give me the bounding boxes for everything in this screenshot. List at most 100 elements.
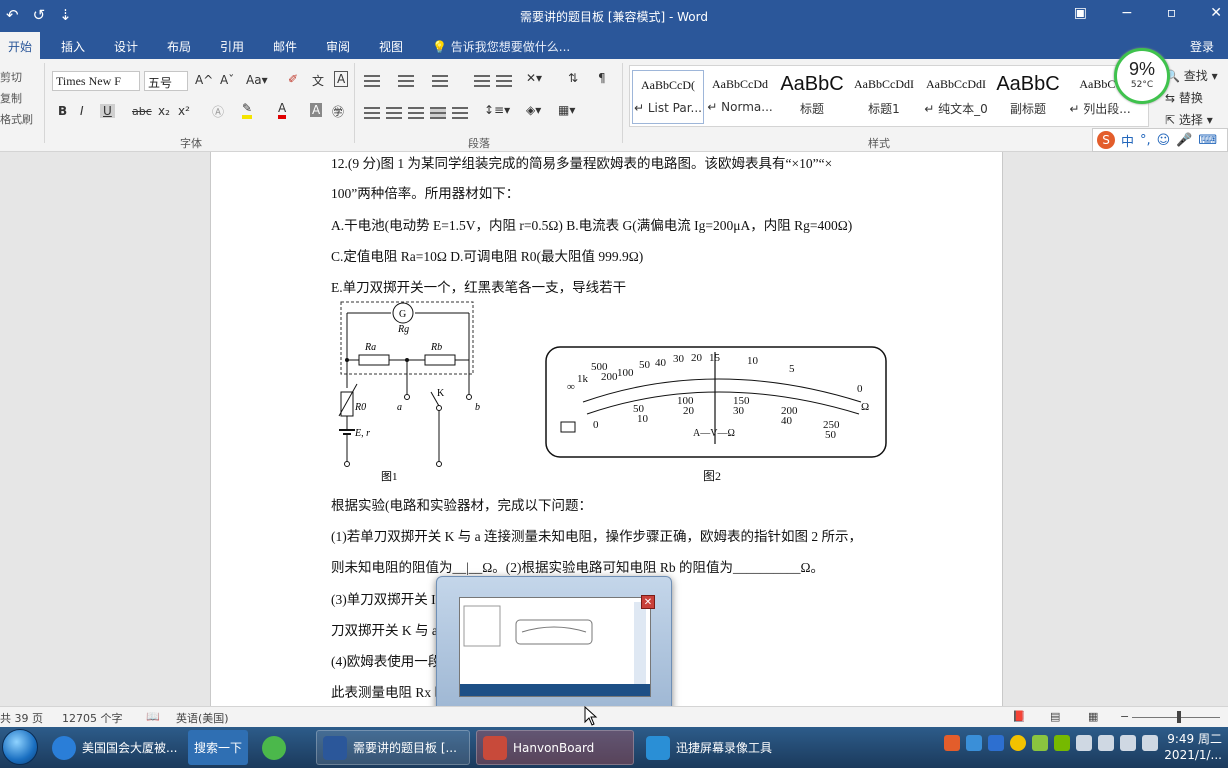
web-layout-icon[interactable]: ▦ <box>1088 710 1098 723</box>
distributed-icon[interactable] <box>452 107 468 119</box>
justify-icon[interactable] <box>430 107 446 119</box>
ime-punctuation-icon[interactable]: °, <box>1140 133 1151 148</box>
find-button[interactable]: 🔍 查找 ▾ <box>1165 65 1218 87</box>
ribbon-display-options-button[interactable]: ▣ <box>1074 5 1087 21</box>
replace-button[interactable]: ⇆ 替换 <box>1165 87 1218 109</box>
cut-button[interactable]: 剪切 <box>0 67 33 88</box>
phonetic-guide-icon[interactable]: 文 <box>312 72 324 89</box>
show-marks-icon[interactable]: ¶ <box>598 71 606 85</box>
taskbar-ie[interactable]: 美国国会大厦被... <box>46 730 186 765</box>
zoom-slider[interactable] <box>1132 717 1220 718</box>
ime-keyboard-icon[interactable]: ⌨ <box>1198 133 1217 148</box>
highlight-icon[interactable]: ✎ <box>242 101 253 119</box>
style-list-paragraph[interactable]: AaBbCcD( ↵ List Par... <box>632 70 704 124</box>
sign-in-link[interactable]: 登录 <box>1190 38 1214 55</box>
close-button[interactable]: ✕ <box>1210 5 1222 21</box>
character-border-icon[interactable]: A <box>334 71 349 87</box>
tab-view[interactable]: 视图 <box>379 38 403 55</box>
monitor-tray-icon[interactable] <box>1120 735 1136 751</box>
clear-formatting-icon[interactable]: ✐ <box>288 72 298 86</box>
copy-button[interactable]: 复制 <box>0 88 33 109</box>
thumbnail-image <box>460 602 650 696</box>
language-indicator[interactable]: 英语(美国) <box>176 710 229 726</box>
increase-indent-icon[interactable] <box>496 75 512 87</box>
hanvonboard-thumbnail-popup[interactable]: ✕ <box>436 576 672 721</box>
tab-home[interactable]: 开始 <box>0 32 41 59</box>
security-tray-icon[interactable] <box>1032 735 1048 751</box>
zoom-out-button[interactable]: − <box>1120 710 1129 723</box>
ime-chinese-mode[interactable]: 中 <box>1121 131 1134 150</box>
grow-font-button[interactable]: A^ <box>195 73 213 87</box>
superscript-button[interactable]: x² <box>178 104 190 118</box>
change-case-button[interactable]: Aa▾ <box>246 73 268 87</box>
thumbnail-close-button[interactable]: ✕ <box>641 595 655 609</box>
nvidia-tray-icon[interactable] <box>1054 735 1070 751</box>
taskbar-screen-recorder[interactable]: 迅捷屏幕录像工具 <box>640 730 800 765</box>
restore-button[interactable]: ▫ <box>1167 5 1177 21</box>
minimize-button[interactable]: − <box>1121 5 1133 21</box>
tab-mailings[interactable]: 邮件 <box>273 38 297 55</box>
style-plain-text[interactable]: AaBbCcDdI ↵ 纯文本_0 <box>920 70 992 124</box>
subscript-button[interactable]: x₂ <box>158 104 170 118</box>
numbering-icon[interactable] <box>398 75 414 87</box>
enclose-character-icon[interactable]: ㊫ <box>332 103 344 120</box>
usb-tray-icon[interactable] <box>1076 735 1092 751</box>
format-painter-button[interactable]: 格式刷 <box>0 109 33 130</box>
decrease-indent-icon[interactable] <box>474 75 490 87</box>
bold-button[interactable]: B <box>58 104 67 118</box>
start-button[interactable] <box>2 729 38 765</box>
tab-review[interactable]: 审阅 <box>326 38 350 55</box>
taskbar-search[interactable]: 搜索一下 <box>188 730 248 765</box>
italic-button[interactable]: I <box>80 104 84 118</box>
align-left-icon[interactable] <box>364 107 380 119</box>
ime-emoji-icon[interactable]: ☺ <box>1157 133 1171 148</box>
shield-tray-icon[interactable] <box>988 735 1004 751</box>
font-size-combo[interactable]: 五号 <box>144 71 188 91</box>
shrink-font-button[interactable]: Aˇ <box>220 73 234 87</box>
tab-references[interactable]: 引用 <box>220 38 244 55</box>
character-shading-icon[interactable]: A <box>310 103 323 117</box>
style-normal[interactable]: AaBbCcDd ↵ Norma... <box>704 70 776 124</box>
sogou-logo-icon[interactable]: S <box>1097 131 1115 149</box>
taskbar-360[interactable] <box>256 730 308 765</box>
signal-tray-icon[interactable] <box>1098 735 1114 751</box>
strikethrough-button[interactable]: abc <box>132 105 152 118</box>
underline-button[interactable]: U <box>100 104 115 118</box>
shading-icon[interactable]: ◈▾ <box>526 103 541 117</box>
page-count[interactable]: 共 39 页 <box>0 710 43 726</box>
style-preview: AaBbCcDd <box>712 77 768 91</box>
read-mode-icon[interactable]: 📕 <box>1012 710 1026 723</box>
tab-insert[interactable]: 插入 <box>61 38 85 55</box>
tab-layout[interactable]: 布局 <box>167 38 191 55</box>
taskbar-word[interactable]: 需要讲的题目板 [... <box>316 730 470 765</box>
ime-voice-icon[interactable]: 🎤 <box>1176 133 1192 148</box>
taskbar-hanvonboard[interactable]: HanvonBoard <box>476 730 634 765</box>
borders-icon[interactable]: ▦▾ <box>558 103 575 117</box>
line-spacing-icon[interactable]: ↕≡▾ <box>484 103 510 117</box>
print-layout-icon[interactable]: ▤ <box>1050 710 1060 723</box>
font-name-combo[interactable]: Times New F <box>52 71 140 91</box>
clock[interactable]: 9:49 周二 2021/1/... <box>1164 731 1222 763</box>
text-effects-icon[interactable]: Ⓐ <box>212 103 224 120</box>
tab-design[interactable]: 设计 <box>114 38 138 55</box>
volume-tray-icon[interactable] <box>1142 735 1158 751</box>
word-count[interactable]: 12705 个字 <box>62 710 123 726</box>
style-title[interactable]: AaBbC 标题 <box>776 70 848 124</box>
tell-me-search[interactable]: 💡 告诉我您想要做什么... <box>432 38 570 55</box>
align-right-icon[interactable] <box>408 107 424 119</box>
asian-layout-icon[interactable]: ✕▾ <box>526 71 542 85</box>
style-subtitle[interactable]: AaBbC 副标题 <box>992 70 1064 124</box>
zoom-slider-thumb[interactable] <box>1177 711 1181 723</box>
proofing-icon[interactable]: 📖 <box>146 710 160 723</box>
multilevel-list-icon[interactable] <box>432 75 448 87</box>
sort-icon[interactable]: ⇅ <box>568 71 578 85</box>
network-tray-icon[interactable] <box>966 735 982 751</box>
add-tray-icon[interactable] <box>1010 735 1026 751</box>
font-color-button[interactable]: A <box>278 101 287 119</box>
sogou-tray-icon[interactable] <box>944 735 960 751</box>
thumbnail-preview[interactable] <box>459 597 651 697</box>
performance-widget[interactable]: 9% 52°C <box>1114 48 1170 104</box>
align-center-icon[interactable] <box>386 107 402 119</box>
bullets-icon[interactable] <box>364 75 380 87</box>
style-heading1[interactable]: AaBbCcDdI 标题1 <box>848 70 920 124</box>
